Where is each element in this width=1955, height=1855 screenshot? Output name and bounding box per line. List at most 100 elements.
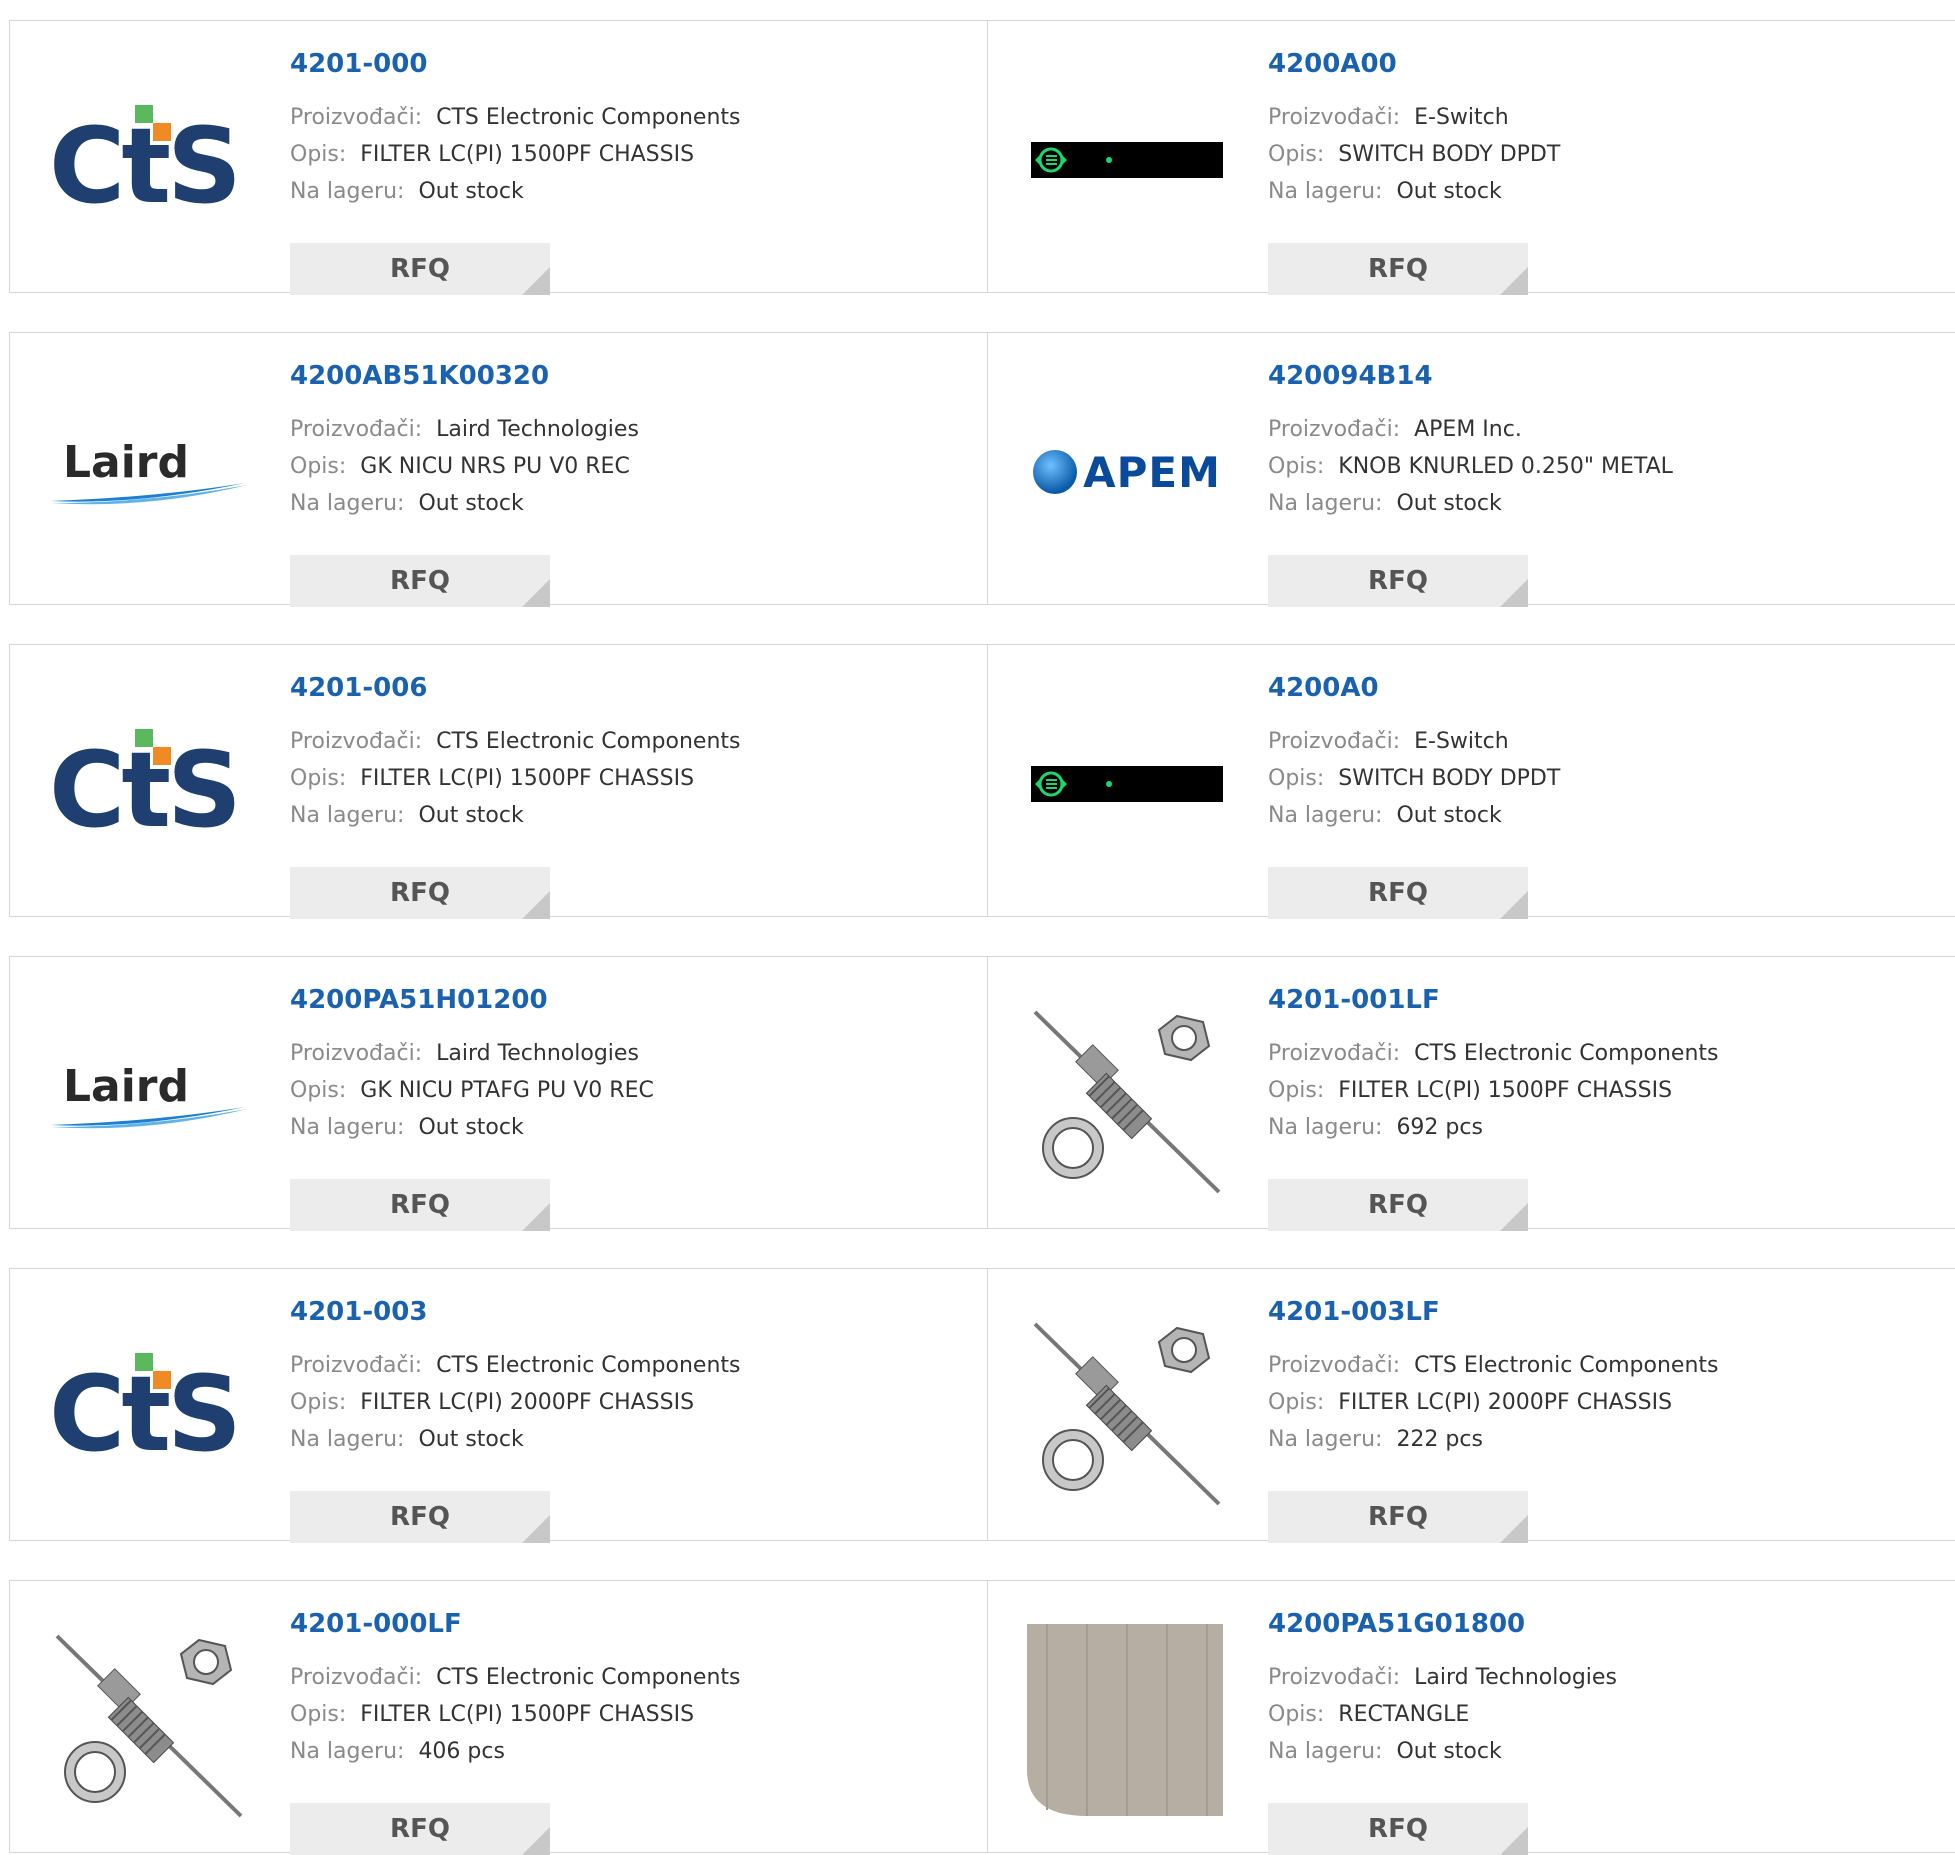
product-image[interactable]: Laird <box>49 372 249 572</box>
stock-label: Na lageru: <box>290 491 405 516</box>
corner-triangle-icon <box>1500 1203 1528 1231</box>
product-image[interactable]: APEM <box>1027 372 1227 572</box>
stock-label: Na lageru: <box>1268 179 1383 204</box>
product-image[interactable]: CtS <box>49 1308 249 1508</box>
manufacturer-label: Proizvođači: <box>1268 729 1401 754</box>
part-number-link[interactable]: 4200PA51G01800 <box>1268 1609 1617 1639</box>
product-card: 4200A00 Proizvođači: E-Switch Opis: SWITCH… <box>988 21 1955 295</box>
rfq-button[interactable]: RFQ <box>290 1803 550 1855</box>
product-image[interactable] <box>1027 1308 1227 1508</box>
part-number-link[interactable]: 4201-006 <box>290 673 741 703</box>
rfq-button[interactable]: RFQ <box>290 1491 550 1543</box>
rfq-button[interactable]: RFQ <box>1268 1491 1528 1543</box>
rfq-label: RFQ <box>390 566 450 596</box>
stock-value: 692 pcs <box>1396 1115 1483 1140</box>
description-value: FILTER LC(PI) 1500PF CHASSIS <box>360 766 695 791</box>
description-row: Opis: FILTER LC(PI) 1500PF CHASSIS <box>290 136 741 173</box>
manufacturer-row: Proizvođači: Laird Technologies <box>290 411 639 448</box>
rfq-label: RFQ <box>1368 878 1428 908</box>
product-card: 4200PA51G01800 Proizvođači: Laird Technol… <box>988 1581 1955 1855</box>
rfq-button[interactable]: RFQ <box>1268 555 1528 607</box>
rfq-button[interactable]: RFQ <box>290 867 550 919</box>
product-image[interactable] <box>1027 684 1227 884</box>
corner-triangle-icon <box>522 579 550 607</box>
product-info: 4200A00 Proizvođači: E-Switch Opis: SWITCH… <box>1268 49 1560 295</box>
manufacturer-value: APEM Inc. <box>1414 417 1522 442</box>
e-switch-arrows-icon <box>1035 147 1112 173</box>
cts-logo-text: CtS <box>49 729 242 851</box>
part-number-link[interactable]: 4200A0 <box>1268 673 1560 703</box>
product-image[interactable] <box>1027 60 1227 260</box>
cts-logo-text: CtS <box>49 105 242 227</box>
rfq-button[interactable]: RFQ <box>1268 867 1528 919</box>
part-number-link[interactable]: 4201-000LF <box>290 1609 741 1639</box>
part-number-link[interactable]: 4200AB51K00320 <box>290 361 639 391</box>
stock-value: Out stock <box>1396 803 1502 828</box>
manufacturer-row: Proizvođači: Laird Technologies <box>290 1035 654 1072</box>
product-card: APEM 420094B14 Proizvođači: APEM Inc. Opi… <box>988 333 1955 607</box>
description-label: Opis: <box>1268 766 1325 791</box>
part-number-link[interactable]: 4201-003 <box>290 1297 741 1327</box>
manufacturer-value: CTS Electronic Components <box>436 1353 741 1378</box>
product-image[interactable]: CtS <box>49 60 249 260</box>
rfq-button[interactable]: RFQ <box>290 555 550 607</box>
description-label: Opis: <box>290 1078 347 1103</box>
product-row: 4201-000LF Proizvođači: CTS Electronic Co… <box>9 1580 1955 1855</box>
product-image[interactable] <box>1027 996 1227 1196</box>
manufacturer-label: Proizvođači: <box>290 105 423 130</box>
filter-hardware-photo <box>1033 1010 1221 1194</box>
part-number-link[interactable]: 4201-001LF <box>1268 985 1719 1015</box>
product-image[interactable] <box>49 1620 249 1820</box>
part-number-link[interactable]: 420094B14 <box>1268 361 1673 391</box>
description-label: Opis: <box>1268 1078 1325 1103</box>
apem-logo-text: APEM <box>1083 447 1221 497</box>
corner-triangle-icon <box>1500 1827 1528 1855</box>
product-image[interactable] <box>1027 1620 1227 1820</box>
product-row: CtS 4201-006 Proizvođači: CTS Electronic … <box>9 644 1955 919</box>
rfq-label: RFQ <box>390 254 450 284</box>
product-row: Laird 4200AB51K00320 Proizvođači: Laird T… <box>9 332 1955 607</box>
manufacturer-value: Laird Technologies <box>436 417 639 442</box>
product-card: Laird 4200PA51H01200 Proizvođači: Laird T… <box>10 957 988 1231</box>
part-number-link[interactable]: 4200A00 <box>1268 49 1560 79</box>
product-image[interactable]: CtS <box>49 684 249 884</box>
stock-row: Na lageru: Out stock <box>1268 173 1560 210</box>
product-image[interactable]: Laird <box>49 996 249 1196</box>
stock-row: Na lageru: Out stock <box>290 485 639 522</box>
stock-value: Out stock <box>1396 179 1502 204</box>
manufacturer-label: Proizvođači: <box>290 729 423 754</box>
rfq-button[interactable]: RFQ <box>290 1179 550 1231</box>
manufacturer-row: Proizvođači: CTS Electronic Components <box>290 1347 741 1384</box>
logo-square-orange <box>153 123 171 141</box>
description-row: Opis: FILTER LC(PI) 1500PF CHASSIS <box>290 760 741 797</box>
laird-swoosh-icon <box>51 1107 247 1129</box>
stock-row: Na lageru: Out stock <box>1268 485 1673 522</box>
part-number-link[interactable]: 4201-003LF <box>1268 1297 1719 1327</box>
rfq-button[interactable]: RFQ <box>1268 1803 1528 1855</box>
stock-row: Na lageru: Out stock <box>290 797 741 834</box>
rfq-button[interactable]: RFQ <box>1268 243 1528 295</box>
product-info: 4201-003 Proizvođači: CTS Electronic Comp… <box>290 1297 741 1543</box>
stock-value: Out stock <box>1396 1739 1502 1764</box>
stock-value: 406 pcs <box>418 1739 505 1764</box>
e-switch-logo <box>1031 142 1223 178</box>
stock-value: 222 pcs <box>1396 1427 1483 1452</box>
description-label: Opis: <box>1268 1390 1325 1415</box>
rfq-button[interactable]: RFQ <box>290 243 550 295</box>
part-number-link[interactable]: 4201-000 <box>290 49 741 79</box>
stock-value: Out stock <box>418 491 524 516</box>
description-value: FILTER LC(PI) 1500PF CHASSIS <box>360 1702 695 1727</box>
product-row: CtS 4201-000 Proizvođači: CTS Electronic … <box>9 20 1955 295</box>
manufacturer-value: E-Switch <box>1414 729 1509 754</box>
manufacturer-label: Proizvođači: <box>290 1665 423 1690</box>
filter-hardware-photo <box>1033 1322 1221 1506</box>
product-info: 4200PA51H01200 Proizvođači: Laird Technol… <box>290 985 654 1231</box>
rfq-button[interactable]: RFQ <box>1268 1179 1528 1231</box>
manufacturer-value: Laird Technologies <box>1414 1665 1617 1690</box>
description-label: Opis: <box>290 1702 347 1727</box>
cts-logo: CtS <box>49 105 249 221</box>
part-number-link[interactable]: 4200PA51H01200 <box>290 985 654 1015</box>
cts-logo: CtS <box>49 1353 249 1469</box>
description-row: Opis: KNOB KNURLED 0.250" METAL <box>1268 448 1673 485</box>
description-value: FILTER LC(PI) 1500PF CHASSIS <box>1338 1078 1673 1103</box>
